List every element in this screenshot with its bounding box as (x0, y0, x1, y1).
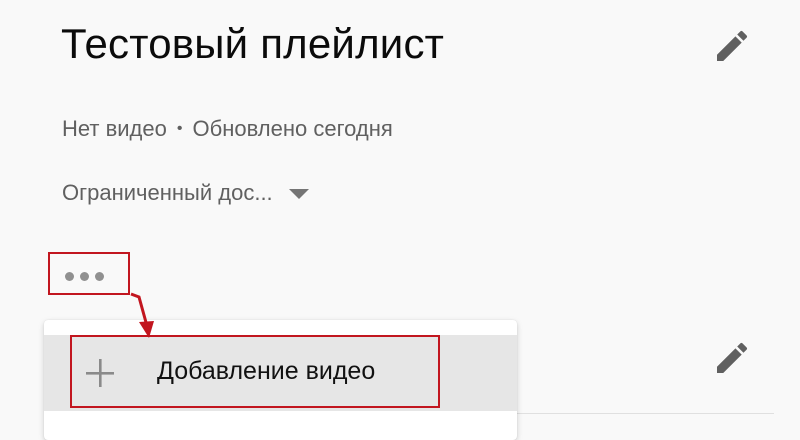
playlist-stats: Нет видео • Обновлено сегодня (62, 116, 393, 142)
caret-down-icon (288, 189, 309, 199)
divider (516, 413, 774, 414)
updated-text: Обновлено сегодня (192, 116, 393, 141)
menu-item-add-video[interactable]: Добавление видео (44, 335, 517, 411)
more-horiz-icon (64, 272, 104, 281)
pencil-icon (717, 342, 748, 373)
annotation-highlight-box (70, 335, 440, 408)
pencil-icon (717, 30, 748, 61)
stats-separator: • (176, 120, 183, 137)
edit-title-button[interactable] (712, 26, 752, 66)
video-count: Нет видео (62, 116, 167, 141)
playlist-title: Тестовый плейлист (61, 20, 445, 67)
actions-menu: Добавление видео (44, 320, 517, 440)
edit-description-button[interactable] (712, 338, 752, 378)
privacy-label: Ограниченный дос... (62, 180, 273, 205)
privacy-dropdown[interactable]: Ограниченный дос... (62, 180, 309, 206)
more-actions-button[interactable] (48, 252, 130, 295)
